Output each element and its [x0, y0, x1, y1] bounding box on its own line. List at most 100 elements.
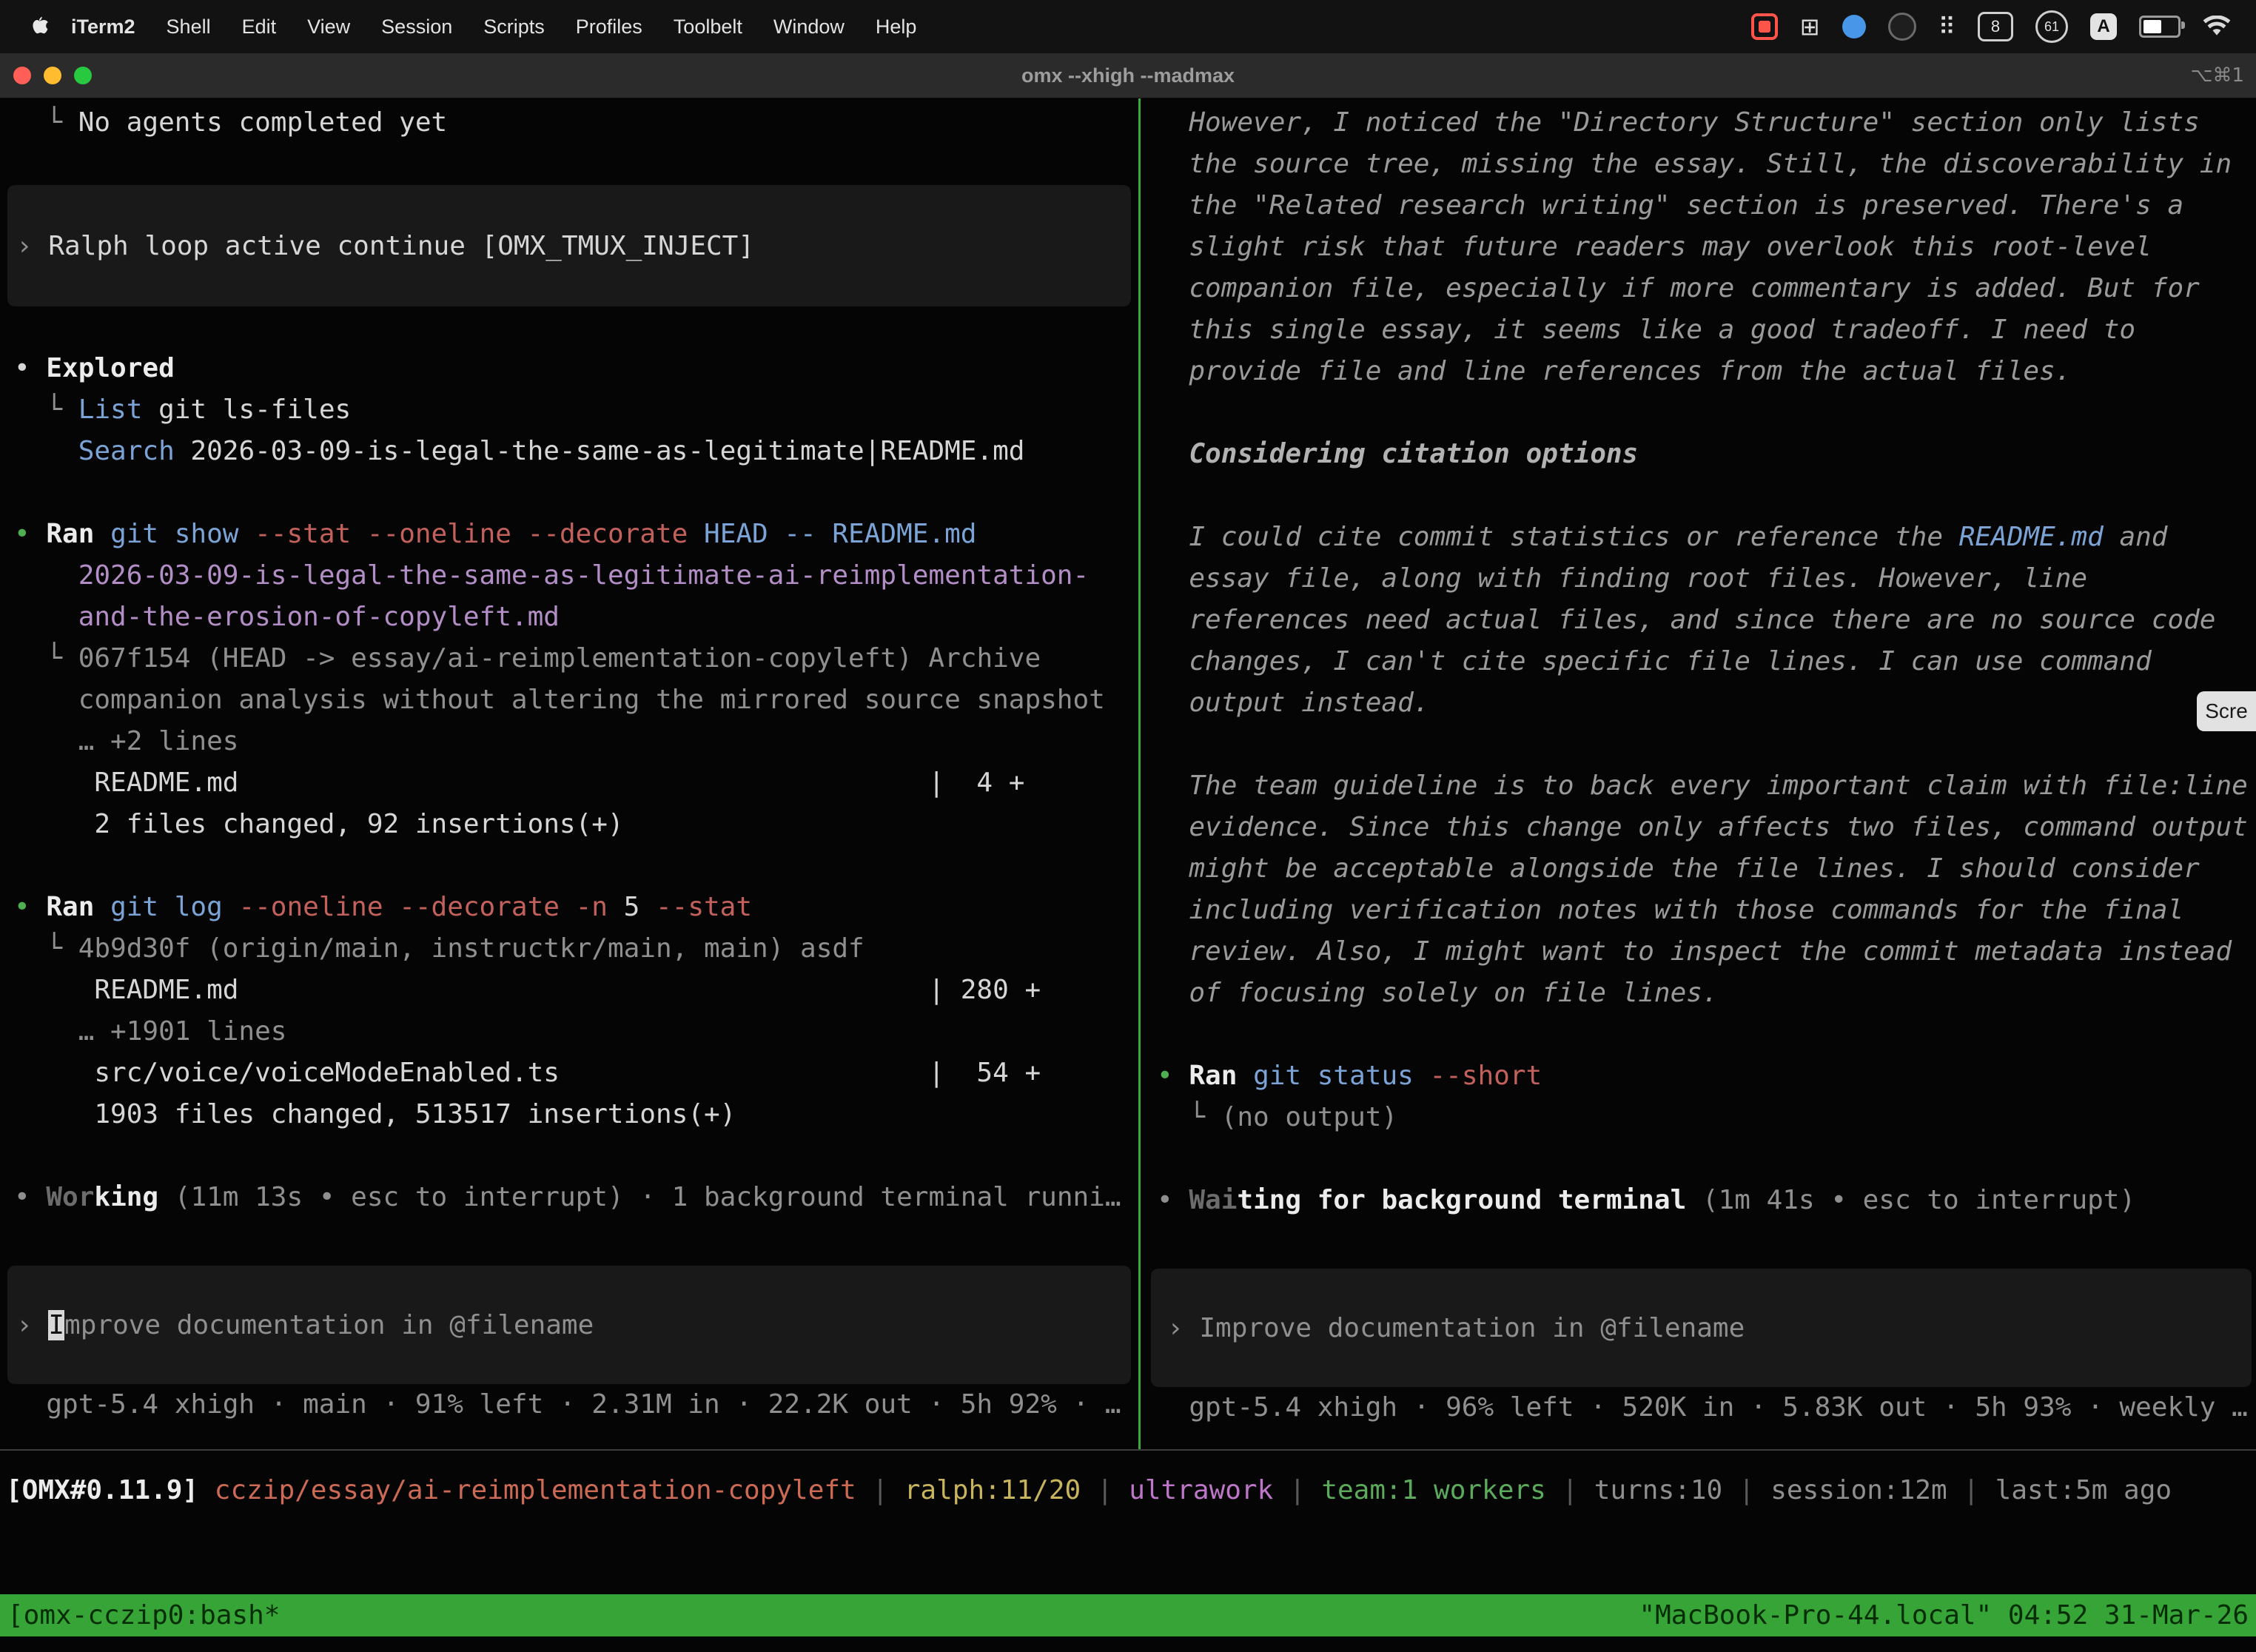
terminal: └ No agents completed yet › Ralph loop ac…: [0, 98, 2256, 1449]
battery-percent-badge-icon[interactable]: 61: [2035, 10, 2068, 43]
menu-scripts[interactable]: Scripts: [483, 16, 545, 38]
left-pane[interactable]: └ No agents completed yet › Ralph loop ac…: [0, 98, 1138, 1449]
text-segment: [14, 602, 78, 632]
terminal-line: slight risk that future readers may over…: [1141, 226, 2256, 268]
text-segment: of focusing solely on file lines.: [1157, 978, 1719, 1008]
spacer: [0, 472, 1138, 514]
terminal-line: However, I noticed the "Directory Struct…: [1141, 102, 2256, 144]
text-segment: |: [1273, 1475, 1321, 1505]
menu-window[interactable]: Window: [773, 16, 845, 38]
text-segment: 2026-03-09-is-legal-the-same-as-legitima…: [175, 436, 1025, 466]
text-segment: git ls-files: [142, 394, 351, 425]
text-segment: and: [2104, 522, 2168, 552]
wifi-icon[interactable]: [2203, 16, 2231, 38]
battery-fill: [2143, 20, 2161, 33]
terminal-line: └ No agents completed yet: [0, 102, 1138, 144]
inject-banner[interactable]: › Ralph loop active continue [OMX_TMUX_I…: [7, 185, 1131, 306]
spacer: [0, 144, 1138, 185]
menu-items: iTerm2 Shell Edit View Session Scripts Profile…: [71, 16, 916, 38]
menu-toolbelt[interactable]: Toolbelt: [674, 16, 742, 38]
terminal-line: 1903 files changed, 513517 insertions(+): [0, 1094, 1138, 1135]
text-segment: git show: [110, 519, 255, 549]
text-segment: --stat --oneline --decorate: [255, 519, 704, 549]
menu-profiles[interactable]: Profiles: [576, 16, 642, 38]
text-segment: git log: [110, 892, 238, 922]
prompt-input[interactable]: › Improve documentation in @filename: [7, 1266, 1131, 1384]
menu-iterm2[interactable]: iTerm2: [71, 16, 135, 38]
keycap-icon[interactable]: 8: [1978, 12, 2013, 41]
terminal-line: [OMX#0.11.9] cczip/essay/ai-reimplementa…: [0, 1470, 2256, 1511]
text-segment: 4b9d30f (origin/main, instructkr/main, m…: [78, 933, 865, 964]
text-segment: |: [856, 1475, 904, 1505]
terminal-line: • Ran git log --oneline --decorate -n 5 …: [0, 887, 1138, 928]
text-segment: •: [14, 1182, 46, 1212]
text-segment: ralph:11/20: [904, 1475, 1081, 1505]
menu-view[interactable]: View: [307, 16, 350, 38]
menu-help[interactable]: Help: [876, 16, 917, 38]
text-segment: I: [48, 1310, 64, 1340]
text-segment: README.md | 4 +: [14, 768, 1024, 798]
text-segment: src/voice/voiceModeEnabled.ts | 54 +: [14, 1058, 1041, 1088]
text-segment: └: [14, 394, 78, 425]
text-segment: companion analysis without altering the …: [14, 685, 1105, 715]
window-shortcut-badge: ⌥⌘1: [2190, 64, 2244, 87]
text-segment: gpt-5.4 xhigh · 96% left · 520K in · 5.8…: [1157, 1392, 2248, 1423]
terminal-line: gpt-5.4 xhigh · 96% left · 520K in · 5.8…: [1141, 1387, 2256, 1428]
text-segment: turns:10: [1594, 1475, 1722, 1505]
text-segment: ›: [16, 231, 48, 261]
menu-shell[interactable]: Shell: [167, 16, 211, 38]
terminal-line: I could cite commit statistics or refere…: [1141, 517, 2256, 558]
terminal-line: └ 067f154 (HEAD -> essay/ai-reimplementa…: [0, 638, 1138, 679]
close-window-button[interactable]: [13, 67, 31, 84]
blue-app-icon[interactable]: [1842, 15, 1866, 38]
text-segment: HEAD -- README.md: [704, 519, 976, 549]
text-segment: [OMX#0.11.9]: [6, 1475, 215, 1505]
tmux-host-clock: "MacBook-Pro-44.local" 04:52 31-Mar-26: [1639, 1600, 2249, 1631]
text-segment: [14, 560, 78, 591]
terminal-line: README.md | 4 +: [0, 762, 1138, 804]
terminal-line: • Waiting for background terminal (1m 41…: [1141, 1180, 2256, 1221]
screen-recording-stop-icon[interactable]: [1751, 13, 1778, 40]
text-segment: this single essay, it seems like a good …: [1157, 315, 2135, 345]
zoom-window-button[interactable]: [74, 67, 92, 84]
title-bar[interactable]: omx --xhigh --madmax ⌥⌘1: [0, 53, 2256, 98]
terminal-line: README.md | 280 +: [0, 970, 1138, 1011]
screen: iTerm2 Shell Edit View Session Scripts Profile…: [0, 0, 2256, 1652]
menu-edit[interactable]: Edit: [242, 16, 277, 38]
prompt-input[interactable]: › Improve documentation in @filename: [1151, 1269, 2252, 1387]
text-segment: 067f154 (HEAD -> essay/ai-reimplementati…: [78, 643, 1041, 674]
menu-session[interactable]: Session: [381, 16, 452, 38]
text-segment: [14, 436, 78, 466]
text-segment: --short: [1429, 1061, 1542, 1091]
text-segment: --stat: [656, 892, 752, 922]
input-source-icon[interactable]: A: [2090, 13, 2117, 40]
apple-menu-icon[interactable]: [30, 16, 49, 38]
spacer: [0, 306, 1138, 348]
terminal-line: evidence. Since this change only affects…: [1141, 807, 2256, 848]
dark-circle-app-icon[interactable]: [1888, 13, 1916, 41]
text-segment: Considering citation options: [1157, 439, 1638, 469]
text-segment: Search: [78, 436, 175, 466]
window-title: omx --xhigh --madmax: [0, 64, 2256, 87]
text-segment: README.md: [1959, 522, 2104, 552]
battery-icon[interactable]: [2139, 16, 2181, 38]
terminal-line: └ 4b9d30f (origin/main, instructkr/main,…: [0, 928, 1138, 970]
terminal-line: changes, I can't cite specific file line…: [1141, 641, 2256, 682]
text-segment: └: [14, 933, 78, 964]
dots-grid-icon[interactable]: ⠿: [1938, 15, 1955, 38]
text-segment: •: [1157, 1061, 1189, 1091]
minimize-window-button[interactable]: [44, 67, 61, 84]
terminal-line: • Working (11m 13s • esc to interrupt) ·…: [0, 1177, 1138, 1218]
spacer: [0, 1218, 1138, 1266]
terminal-line: The team guideline is to back every impo…: [1141, 765, 2256, 807]
text-segment: 2026-03-09-is-legal-the-same-as-legitima…: [78, 560, 1089, 591]
terminal-line: might be acceptable alongside the file l…: [1141, 848, 2256, 890]
window-grid-icon[interactable]: ⊞: [1800, 15, 1820, 38]
text-segment: List: [78, 394, 143, 425]
screen-share-button[interactable]: Scre: [2197, 691, 2256, 731]
text-segment: •: [14, 353, 46, 383]
text-segment: Explored: [46, 353, 174, 383]
right-pane[interactable]: However, I noticed the "Directory Struct…: [1141, 98, 2256, 1449]
text-segment: ›: [16, 1310, 48, 1340]
terminal-line: 2 files changed, 92 insertions(+): [0, 804, 1138, 845]
